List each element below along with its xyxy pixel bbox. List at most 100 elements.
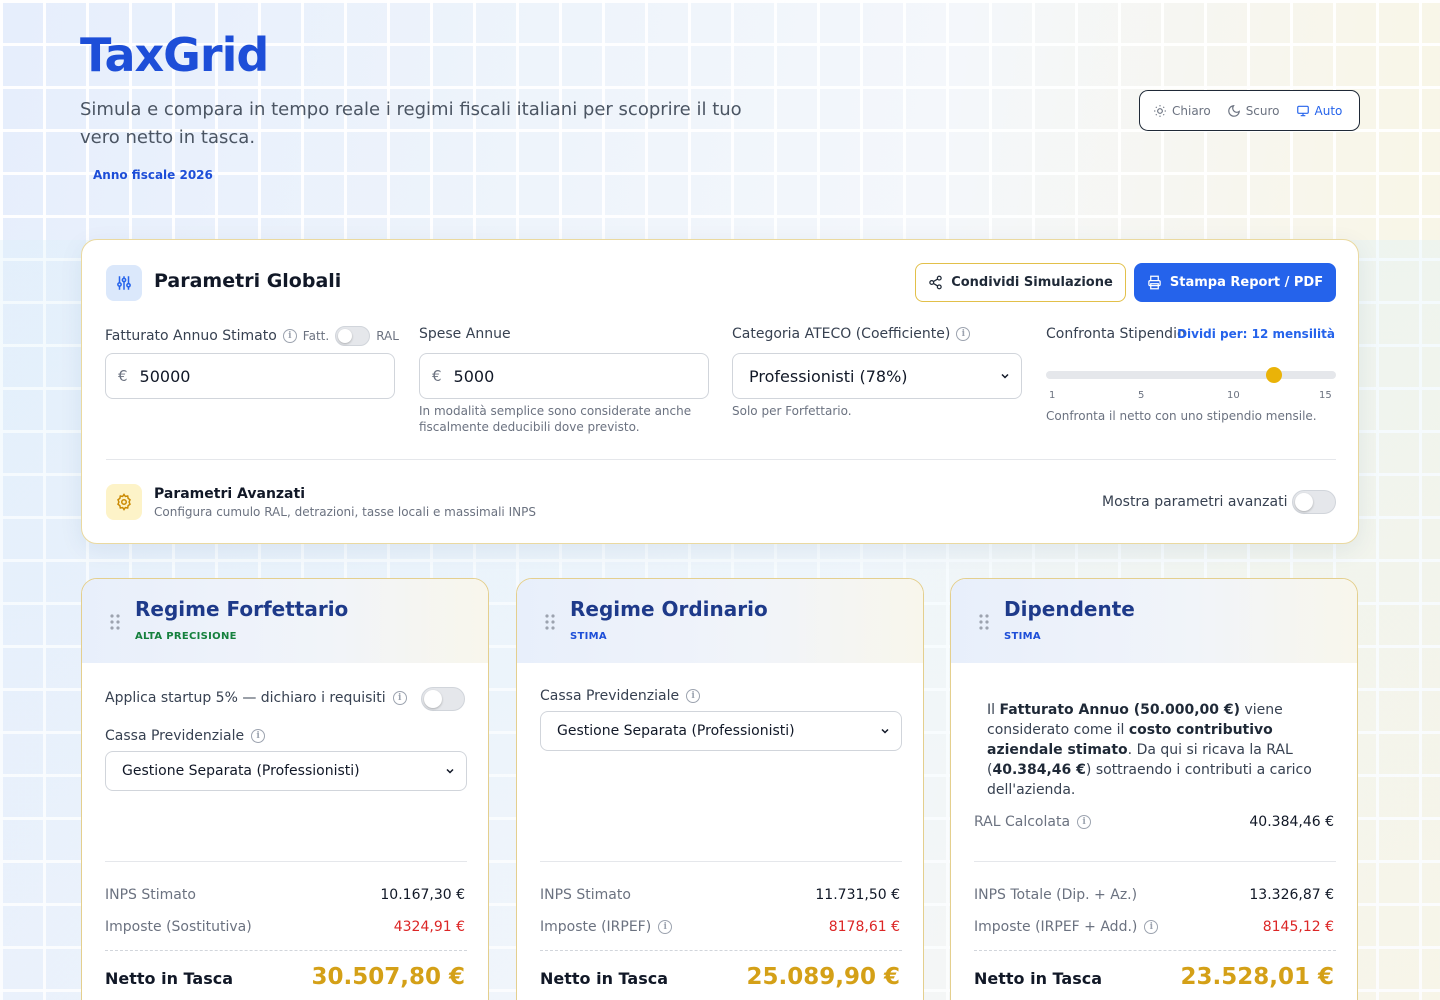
monitor-icon xyxy=(1296,105,1309,116)
inps-value: 13.326,87 € xyxy=(1249,887,1334,903)
regime-badge: STIMA xyxy=(570,631,607,642)
sun-icon xyxy=(1154,104,1166,117)
net-value: 25.089,90 € xyxy=(746,964,900,990)
ateco-label-row: Categoria ATECO (Coefficiente) i xyxy=(732,326,971,342)
tax-value: 8145,12 € xyxy=(1262,919,1334,935)
ateco-label: Categoria ATECO (Coefficiente) xyxy=(732,326,951,342)
ateco-selected: Professionisti (78%) xyxy=(749,366,908,386)
info-icon[interactable]: i xyxy=(658,920,673,934)
regime-header xyxy=(951,579,1357,663)
startup-label: Applica startup 5% — dichiaro i requisit… xyxy=(105,690,386,706)
regime-header xyxy=(82,579,488,663)
theme-option-light[interactable]: Chiaro xyxy=(1146,99,1218,123)
divider xyxy=(540,950,902,951)
ateco-select[interactable]: Professionisti (78%) xyxy=(732,353,1022,399)
info-icon[interactable]: i xyxy=(686,689,701,703)
regime-title: Dipendente xyxy=(1004,597,1135,621)
ral-value: 40.384,46 € xyxy=(1249,814,1334,830)
net-label: Netto in Tasca xyxy=(105,969,233,988)
global-params-title: Parametri Globali xyxy=(154,270,342,292)
divider xyxy=(106,459,1336,460)
tax-value: 8178,61 € xyxy=(828,919,900,935)
salary-divide-label: Dividi per: 12 mensilità xyxy=(1177,327,1335,341)
ateco-hint: Solo per Forfettario. xyxy=(732,404,852,418)
startup-toggle[interactable] xyxy=(421,687,465,711)
inps-label: INPS Totale (Dip. + Az.) xyxy=(974,887,1138,903)
info-icon[interactable]: i xyxy=(392,691,407,705)
desc-bold: 40.384,46 € xyxy=(992,762,1086,778)
theme-option-auto[interactable]: Auto xyxy=(1289,99,1350,123)
theme-option-label: Auto xyxy=(1314,103,1343,118)
advanced-toggle[interactable] xyxy=(1292,490,1336,514)
tax-label-row: Imposte (IRPEF) i xyxy=(540,919,673,935)
cassa-selected: Gestione Separata (Professionisti) xyxy=(557,723,795,739)
revenue-mode-toggle[interactable] xyxy=(335,326,371,346)
euro-icon: € xyxy=(118,367,128,385)
desc-text: Il xyxy=(987,702,1000,718)
expenses-input[interactable]: € 5000 xyxy=(419,353,709,399)
share-label: Condividi Simulazione xyxy=(951,275,1113,290)
cassa-label-row: Cassa Previdenziale i xyxy=(105,728,266,744)
info-icon[interactable]: i xyxy=(956,327,971,341)
advanced-toggle-label: Mostra parametri avanzati xyxy=(1102,494,1288,510)
regime-card-ordinario: Regime Ordinario STIMA Cassa Previdenzia… xyxy=(516,578,924,1000)
salary-hint: Confronta il netto con uno stipendio men… xyxy=(1046,409,1317,423)
print-report-button[interactable]: Stampa Report / PDF xyxy=(1134,263,1336,302)
expenses-hint: In modalità semplice sono considerate an… xyxy=(419,404,692,434)
info-icon[interactable]: i xyxy=(1144,920,1159,934)
cassa-select[interactable]: Gestione Separata (Professionisti) xyxy=(105,751,467,791)
theme-option-label: Chiaro xyxy=(1172,103,1211,118)
cassa-label: Cassa Previdenziale xyxy=(105,728,245,744)
drag-handle-icon[interactable] xyxy=(979,614,989,630)
salary-label: Confronta Stipendio xyxy=(1046,326,1186,342)
divider xyxy=(105,950,467,951)
slider-thumb[interactable] xyxy=(1265,367,1282,383)
slider-tick: 1 xyxy=(1049,390,1056,401)
gear-icon xyxy=(106,484,142,520)
net-value: 23.528,01 € xyxy=(1180,964,1334,990)
share-simulation-button[interactable]: Condividi Simulazione xyxy=(915,263,1126,302)
revenue-input[interactable]: € 50000 xyxy=(105,353,395,399)
revenue-label: Fatturato Annuo Stimato xyxy=(105,328,277,344)
net-label: Netto in Tasca xyxy=(974,969,1102,988)
chevron-down-icon xyxy=(881,728,889,734)
regime-title: Regime Ordinario xyxy=(570,597,768,621)
net-label: Netto in Tasca xyxy=(540,969,668,988)
drag-handle-icon[interactable] xyxy=(545,614,555,630)
theme-option-dark[interactable]: Scuro xyxy=(1220,99,1287,123)
tax-value: 4324,91 € xyxy=(393,919,465,935)
expenses-label-text: Spese Annue xyxy=(419,326,511,342)
divider xyxy=(540,861,902,862)
info-icon[interactable]: i xyxy=(282,329,297,343)
desc-bold: Fatturato Annuo (50.000,00 €) xyxy=(999,702,1241,718)
employee-description: Il Fatturato Annuo (50.000,00 €) viene c… xyxy=(987,700,1327,800)
sliders-icon xyxy=(106,265,142,301)
salary-label-text: Confronta Stipendio xyxy=(1046,326,1186,342)
cassa-selected: Gestione Separata (Professionisti) xyxy=(122,763,360,779)
expenses-value: 5000 xyxy=(453,366,495,386)
slider-tick: 10 xyxy=(1227,390,1240,401)
slider-tick: 5 xyxy=(1138,390,1145,401)
advanced-title: Parametri Avanzati xyxy=(154,486,305,502)
info-icon[interactable]: i xyxy=(1077,815,1092,829)
divider xyxy=(974,950,1336,951)
startup-label-row: Applica startup 5% — dichiaro i requisit… xyxy=(105,690,407,706)
toggle-right-label: RAL xyxy=(376,329,399,343)
tax-label: Imposte (IRPEF + Add.) xyxy=(974,919,1138,935)
regime-title: Regime Forfettario xyxy=(135,597,349,621)
salary-slider[interactable] xyxy=(1046,367,1336,383)
info-icon[interactable]: i xyxy=(251,729,266,743)
advanced-subtitle: Configura cumulo RAL, detrazioni, tasse … xyxy=(154,505,536,519)
drag-handle-icon[interactable] xyxy=(110,614,120,630)
print-label: Stampa Report / PDF xyxy=(1169,275,1324,290)
tax-label: Imposte (IRPEF) xyxy=(540,919,652,935)
regime-badge: ALTA PRECISIONE xyxy=(135,631,237,642)
inps-label: INPS Stimato xyxy=(105,887,196,903)
cassa-select[interactable]: Gestione Separata (Professionisti) xyxy=(540,711,902,751)
share-icon xyxy=(929,275,942,290)
app-logo: TaxGrid xyxy=(80,28,269,82)
revenue-value: 50000 xyxy=(139,366,191,386)
inps-value: 11.731,50 € xyxy=(815,887,900,903)
inps-value: 10.167,30 € xyxy=(380,887,465,903)
net-value: 30.507,80 € xyxy=(311,964,465,990)
